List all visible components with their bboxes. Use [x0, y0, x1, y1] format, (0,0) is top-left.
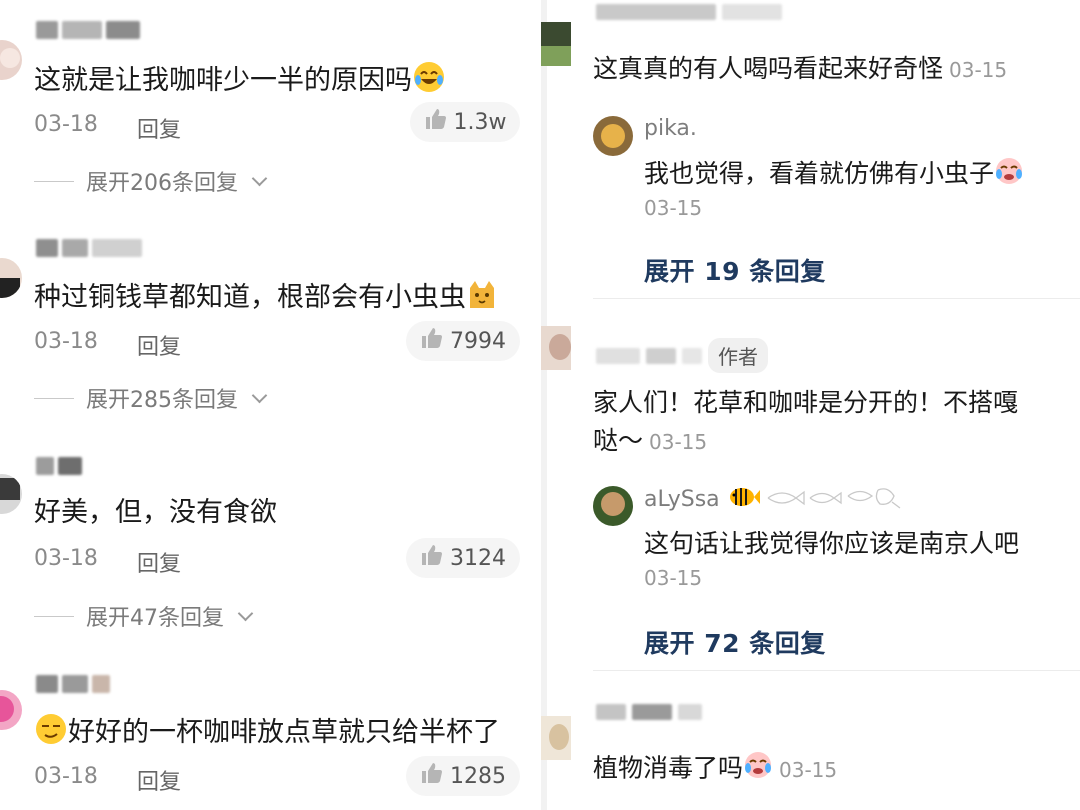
reply-button[interactable]: 回复 [137, 112, 181, 144]
section-divider [593, 298, 1080, 299]
username-blurred[interactable] [596, 704, 702, 720]
avatar[interactable] [0, 40, 22, 80]
chevron-down-icon [237, 605, 254, 621]
avatar[interactable] [0, 690, 22, 730]
username-blurred[interactable] [36, 454, 82, 478]
avatar[interactable] [0, 474, 22, 514]
reply-button[interactable]: 回复 [137, 546, 181, 578]
like-button[interactable]: 1285 [406, 756, 520, 796]
username-blurred[interactable] [36, 672, 110, 696]
crying-emoji [743, 750, 773, 789]
reply-date: 03-15 [644, 196, 703, 220]
laugh-cry-emoji [412, 60, 446, 103]
comment-date: 03-18 [34, 764, 98, 789]
expand-label: 展开285条回复 [86, 388, 238, 413]
comment-text: 种过铜钱草都知道，根部会有小虫虫 [34, 278, 498, 319]
expand-divider [34, 615, 74, 617]
avatar[interactable] [593, 486, 633, 526]
avatar[interactable] [593, 116, 633, 156]
thumbs-up-icon [420, 543, 444, 573]
author-badge: 作者 [708, 338, 768, 373]
like-button[interactable]: 1.3w [410, 102, 520, 142]
comment-date: 03-18 [34, 329, 98, 354]
expand-replies-link[interactable]: 展开47条回复 [34, 601, 254, 631]
expand-divider [34, 397, 74, 399]
comment-text-continued: 哒～ 03-15 [593, 426, 708, 455]
avatar[interactable] [0, 258, 22, 298]
reply-text: 这句话让我觉得你应该是南京人吧 [644, 529, 1020, 558]
reply-text: 我也觉得，看着就仿佛有小虫子 [644, 156, 1024, 194]
comment-date: 03-18 [34, 546, 98, 571]
expand-label: 展开206条回复 [86, 171, 238, 196]
reply-button[interactable]: 回复 [137, 764, 181, 796]
expand-label: 展开47条回复 [86, 606, 224, 631]
pane-divider [541, 0, 547, 810]
comment-text: 家人们！花草和咖啡是分开的！不搭嘎 [593, 388, 1019, 417]
avatar[interactable] [541, 716, 571, 760]
reply-username: aLySsa [644, 486, 720, 512]
username-with-badge[interactable]: 作者 [596, 338, 768, 373]
username-blurred[interactable] [596, 4, 782, 20]
like-button[interactable]: 3124 [406, 538, 520, 578]
comment-text: 好美，但，没有食欲 [34, 497, 277, 528]
expand-replies-link[interactable]: 展开285条回复 [34, 383, 268, 413]
crying-emoji [994, 156, 1024, 194]
reply-date: 03-15 [644, 566, 703, 590]
username-blurred[interactable] [36, 236, 142, 260]
avatar[interactable] [541, 22, 571, 66]
like-count: 7994 [450, 328, 506, 354]
comment-text: 好好的一杯咖啡放点草就只给半杯了 [34, 712, 500, 755]
like-count: 1285 [450, 763, 506, 789]
comment-text: 这就是让我咖啡少一半的原因吗 [34, 60, 446, 103]
chevron-down-icon [251, 387, 268, 403]
like-count: 1.3w [453, 109, 507, 135]
username-blurred[interactable] [36, 18, 140, 42]
tropical-fish-emoji [726, 484, 760, 514]
fish-sketch-icon [766, 484, 906, 514]
comment-date: 03-15 [949, 58, 1008, 82]
reply-button[interactable]: 回复 [137, 329, 181, 361]
reply-username-row[interactable]: aLySsa [644, 484, 906, 514]
thumbs-up-icon [424, 107, 448, 137]
section-divider [593, 670, 1080, 671]
comment-text: 这真真的有人喝吗看起来好奇怪 03-15 [593, 54, 1008, 83]
like-count: 3124 [450, 545, 506, 571]
avatar[interactable] [541, 326, 571, 370]
cat-emoji [466, 278, 498, 319]
chevron-down-icon [251, 170, 268, 186]
comment-date: 03-15 [779, 757, 838, 782]
expand-replies-link[interactable]: 展开 72 条回复 [644, 624, 826, 660]
thumbs-up-icon [420, 326, 444, 356]
comment-date: 03-15 [649, 430, 708, 454]
comment-text: 植物消毒了吗 03-15 [593, 750, 837, 789]
expand-replies-link[interactable]: 展开 19 条回复 [644, 252, 826, 288]
expand-replies-link[interactable]: 展开206条回复 [34, 166, 268, 196]
like-button[interactable]: 7994 [406, 321, 520, 361]
thumbs-up-icon [420, 761, 444, 791]
reply-username[interactable]: pika. [644, 116, 697, 141]
smug-emoji [34, 712, 68, 755]
comment-date: 03-18 [34, 112, 98, 137]
expand-divider [34, 180, 74, 182]
